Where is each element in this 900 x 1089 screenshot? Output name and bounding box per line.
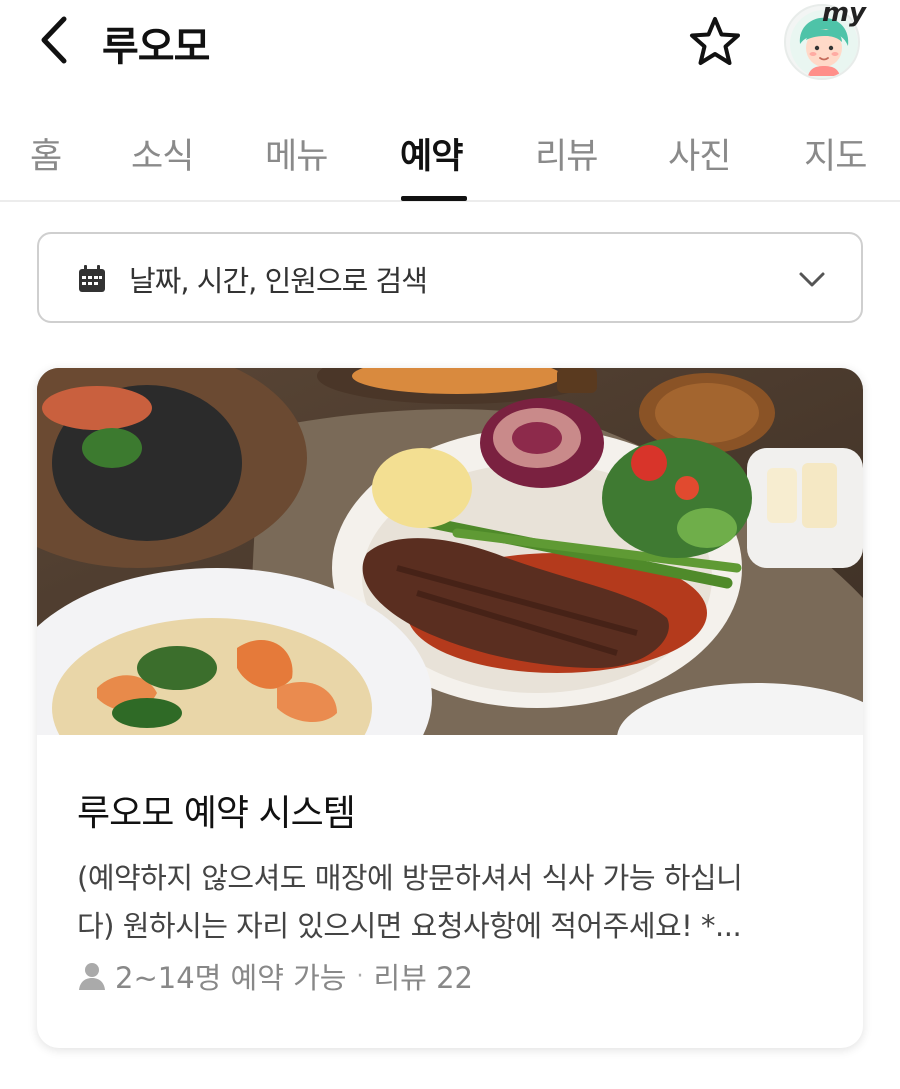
person-icon <box>79 963 105 990</box>
tab-home[interactable]: 홈 <box>30 128 62 179</box>
capacity-text: 2~14명 예약 가능 <box>115 961 347 995</box>
favorite-button[interactable] <box>684 12 746 72</box>
meta-separator: · <box>356 963 364 989</box>
tab-map[interactable]: 지도 <box>804 128 867 179</box>
tab-menu[interactable]: 메뉴 <box>265 128 328 179</box>
top-bar: 루오모 my <box>0 0 900 90</box>
card-description: (예약하지 않으셔도 매장에 방문하셔서 식사 가능 하십니 다) 원하시는 자… <box>77 854 827 950</box>
tab-news[interactable]: 소식 <box>131 128 194 179</box>
reservation-search-dropdown[interactable]: 날짜, 시간, 인원으로 검색 <box>37 232 863 323</box>
chevron-left-icon <box>41 16 67 64</box>
card-description-line-1: (예약하지 않으셔도 매장에 방문하셔서 식사 가능 하십니 <box>77 861 743 895</box>
food-photo <box>37 368 863 735</box>
star-outline-icon <box>690 17 740 65</box>
card-title: 루오모 예약 시스템 <box>77 793 356 834</box>
chevron-down-icon <box>799 272 825 287</box>
reservation-card[interactable]: 루오모 예약 시스템 (예약하지 않으셔도 매장에 방문하셔서 식사 가능 하십… <box>37 368 863 1048</box>
search-label: 날짜, 시간, 인원으로 검색 <box>129 264 428 298</box>
review-count: 리뷰 22 <box>373 961 473 995</box>
back-button[interactable] <box>28 12 78 68</box>
tab-reservation[interactable]: 예약 <box>400 128 463 179</box>
page-title: 루오모 <box>102 24 210 70</box>
tab-photos[interactable]: 사진 <box>668 128 731 179</box>
tab-bar: 홈 소식 메뉴 예약 리뷰 사진 지도 <box>0 108 900 202</box>
card-meta: 2~14명 예약 가능 · 리뷰 22 <box>77 956 473 996</box>
calendar-icon <box>79 265 105 292</box>
my-profile-button[interactable]: my <box>784 0 866 80</box>
card-description-line-2: 다) 원하시는 자리 있으시면 요청사항에 적어주세요! *... <box>77 909 742 943</box>
active-tab-indicator <box>401 196 467 201</box>
my-badge: my <box>821 0 866 28</box>
tab-reviews[interactable]: 리뷰 <box>535 128 598 179</box>
